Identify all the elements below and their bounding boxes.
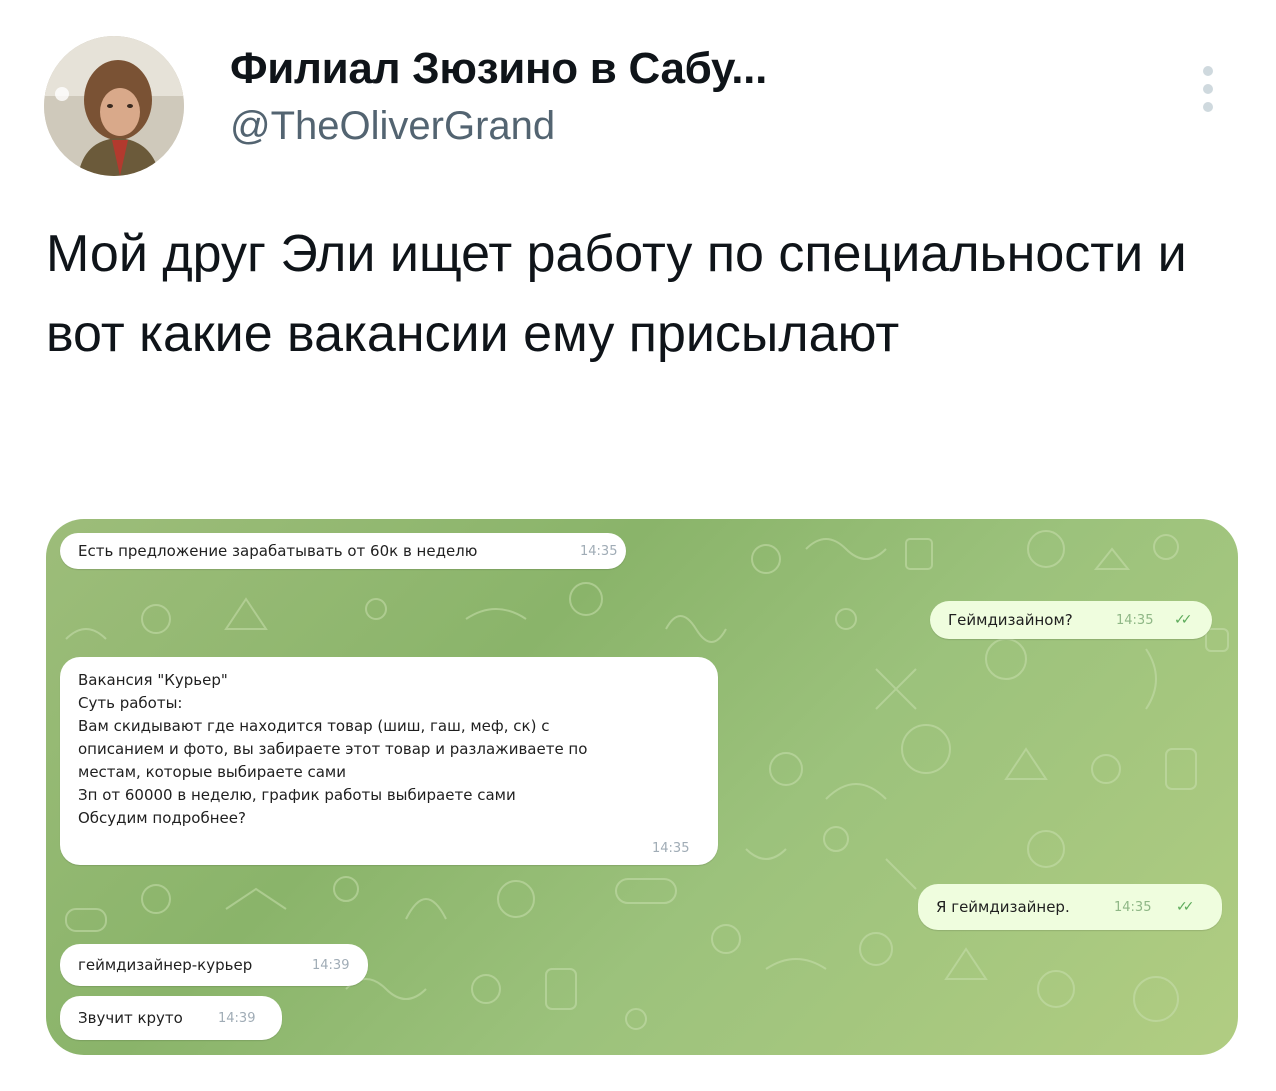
author-name[interactable]: Филиал Зюзино в Сабу...: [230, 44, 767, 94]
chat-message-incoming[interactable]: геймдизайнер-курьер 14:39: [60, 944, 368, 986]
message-text: геймдизайнер-курьер: [78, 956, 253, 974]
message-text: Звучит круто: [78, 1009, 183, 1027]
message-time: 14:39: [312, 958, 350, 973]
message-line: Вакансия "Курьер": [78, 671, 228, 689]
more-dots-icon[interactable]: [1196, 66, 1220, 112]
tweet-media-image[interactable]: Есть предложение зарабатывать от 60к в н…: [46, 519, 1238, 1055]
message-line: описанием и фото, вы забираете этот това…: [78, 740, 588, 758]
avatar[interactable]: [44, 36, 184, 176]
message-time: 14:35: [580, 544, 618, 559]
message-text: Есть предложение зарабатывать от 60к в н…: [78, 542, 478, 560]
tweet-text: Мой друг Эли ищет работу по специальност…: [46, 225, 1187, 363]
chat-message-incoming[interactable]: Вакансия "Курьер" Суть работы: Вам скиды…: [60, 657, 718, 865]
message-time: 14:35: [652, 841, 690, 856]
message-line: Суть работы:: [78, 694, 183, 712]
message-time: 14:35: [1116, 613, 1154, 628]
message-line: Зп от 60000 в неделю, график работы выби…: [78, 786, 516, 804]
chat-message-incoming[interactable]: Есть предложение зарабатывать от 60к в н…: [60, 533, 626, 569]
message-text: Геймдизайном?: [948, 611, 1073, 629]
avatar-photo: [44, 36, 184, 176]
chat-message-outgoing[interactable]: Геймдизайном? 14:35 ✓✓: [930, 601, 1212, 639]
message-time: 14:39: [218, 1011, 256, 1026]
author-handle[interactable]: @TheOliverGrand: [230, 104, 555, 149]
read-checkmarks-icon: ✓✓: [1176, 899, 1195, 915]
message-line: местам, которые выбираете сами: [78, 763, 346, 781]
chat-message-incoming[interactable]: Звучит круто 14:39: [60, 996, 282, 1040]
message-text: Я геймдизайнер.: [936, 898, 1070, 916]
message-time: 14:35: [1114, 900, 1152, 915]
message-line: Вам скидывают где находится товар (шиш, …: [78, 717, 550, 735]
read-checkmarks-icon: ✓✓: [1174, 612, 1193, 628]
chat-message-outgoing[interactable]: Я геймдизайнер. 14:35 ✓✓: [918, 884, 1222, 930]
message-line: Обсудим подробнее?: [78, 809, 246, 827]
